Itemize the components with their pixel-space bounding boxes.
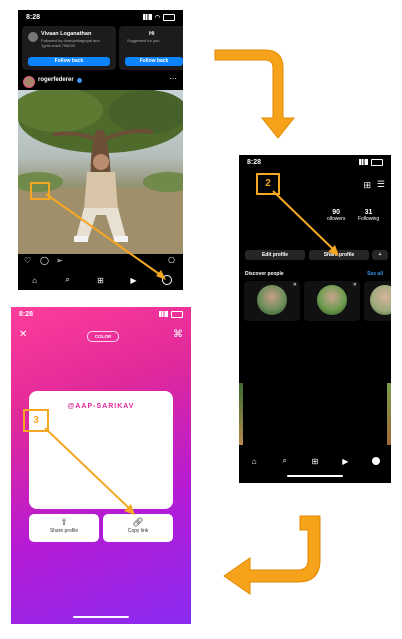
save-icon[interactable]: ⎔ xyxy=(168,256,175,265)
dismiss-icon[interactable]: ✕ xyxy=(293,282,297,288)
avatar xyxy=(317,285,347,315)
dismiss-icon[interactable]: ✕ xyxy=(353,282,357,288)
arrow-1-to-2 xyxy=(214,49,296,139)
status-time: 8:28 xyxy=(26,13,41,21)
link-icon: 🔗︎ xyxy=(132,517,144,527)
signal-icon xyxy=(159,311,168,317)
like-icon[interactable]: ♡ xyxy=(24,256,31,265)
share-profile-button[interactable]: Share profile xyxy=(309,250,369,260)
suggestion-name: Hi xyxy=(149,31,155,37)
home-icon[interactable]: ⌂ xyxy=(249,456,259,466)
post-image xyxy=(18,90,183,254)
phone-screen-feed: 8:28 ◠ Vivaan Loganathan Followed by dha… xyxy=(18,10,183,290)
create-icon[interactable]: ⊞ xyxy=(363,180,371,191)
color-toggle-button[interactable]: COLOR xyxy=(87,331,119,342)
home-indicator xyxy=(73,616,129,618)
wifi-icon: ◠ xyxy=(154,14,160,21)
qr-card: @AAP-SARIKAV xyxy=(29,391,173,509)
menu-icon[interactable]: ☰ xyxy=(377,179,385,190)
avatar xyxy=(370,285,391,315)
create-icon[interactable]: ⊞ xyxy=(96,275,106,285)
post-actions: ♡ ◯ ➢ ⎔ xyxy=(18,256,183,268)
suggestion-name: Vivaan Loganathan xyxy=(41,31,92,37)
suggestion-card[interactable]: Vivaan Loganathan Followed by dhanyathag… xyxy=(22,26,116,70)
suggestion-card[interactable]: Hi Suggested for you Follow back xyxy=(119,26,183,70)
qr-handle: @AAP-SARIKAV xyxy=(67,403,135,410)
avatar xyxy=(28,32,38,42)
phone-screen-profile: 8:28 2 ⊞ ☰ 90 ollowers 31 Following Edit… xyxy=(239,155,391,483)
share-icon: ⇪ xyxy=(60,517,68,527)
grid-photo-strip xyxy=(239,383,243,445)
post-username[interactable]: rogerfederer xyxy=(38,77,74,83)
create-icon[interactable]: ⊞ xyxy=(310,456,320,466)
add-person-icon: + xyxy=(378,252,382,258)
avatar[interactable] xyxy=(23,76,35,88)
followers-stat[interactable]: 90 ollowers xyxy=(327,209,345,222)
step-1-marker xyxy=(30,182,50,200)
arrow-2-to-3 xyxy=(223,515,321,595)
share-profile-action[interactable]: ⇪ Share profile xyxy=(29,514,99,542)
following-label: Following xyxy=(358,216,380,222)
status-time: 8:28 xyxy=(247,158,262,166)
more-options-icon[interactable]: ⋯ xyxy=(169,74,177,83)
see-all-link[interactable]: See all xyxy=(367,271,383,277)
battery-icon xyxy=(371,158,383,166)
share-icon[interactable]: ➢ xyxy=(56,256,63,265)
battery-icon xyxy=(163,13,175,21)
bottom-nav: ⌂ ⌕ ⊞ ▶ xyxy=(239,452,391,470)
status-time: 8:28 xyxy=(19,310,34,318)
comment-icon[interactable]: ◯ xyxy=(40,256,49,265)
bottom-nav: ⌂ ⌕ ⊞ ▶ xyxy=(18,272,183,288)
follow-back-button[interactable]: Follow back xyxy=(125,57,183,66)
reels-icon[interactable]: ▶ xyxy=(129,275,139,285)
avatar xyxy=(257,285,287,315)
search-icon[interactable]: ⌕ xyxy=(280,456,290,466)
step-number: 3 xyxy=(33,415,39,426)
status-bar: 8:28 xyxy=(239,155,391,169)
profile-icon[interactable] xyxy=(371,456,381,466)
post-header: rogerfederer ⋯ xyxy=(18,73,183,89)
copy-link-action[interactable]: 🔗︎ Copy link xyxy=(103,514,173,542)
photo-scene xyxy=(18,90,183,254)
following-stat[interactable]: 31 Following xyxy=(358,209,379,222)
signal-icon xyxy=(142,14,152,20)
discover-card[interactable]: ✕ xyxy=(304,281,360,321)
discover-card[interactable] xyxy=(364,281,391,321)
grid-photo-strip xyxy=(387,383,391,445)
share-profile-label: Share profile xyxy=(49,528,79,534)
step-number: 2 xyxy=(265,178,271,189)
qr-scan-icon[interactable]: ⌘ xyxy=(173,329,183,340)
status-bar: 8:28 xyxy=(11,307,191,321)
signal-icon xyxy=(359,159,368,165)
search-icon[interactable]: ⌕ xyxy=(63,275,73,285)
followers-label: ollowers xyxy=(327,216,346,222)
home-icon[interactable]: ⌂ xyxy=(30,275,40,285)
edit-profile-button[interactable]: Edit profile xyxy=(245,250,305,260)
followers-count: 90 xyxy=(332,209,341,216)
phone-screen-share-profile: 8:28 ✕ COLOR ⌘ @AAP-SARIKAV 3 ⇪ Share pr… xyxy=(11,307,191,624)
step-2-marker: 2 xyxy=(256,173,280,195)
verified-icon xyxy=(77,78,82,83)
suggestion-subtitle: Followed by dhanyathagopal and 1gms.rnsh… xyxy=(41,38,100,48)
following-count: 31 xyxy=(364,209,373,216)
discover-card[interactable]: ✕ xyxy=(244,281,300,321)
add-person-button[interactable]: + xyxy=(372,250,388,260)
battery-icon xyxy=(171,310,183,318)
step-3-marker: 3 xyxy=(23,409,49,432)
follow-back-button[interactable]: Follow back xyxy=(28,57,110,66)
discover-label: Discover people xyxy=(245,271,284,277)
status-bar: 8:28 ◠ xyxy=(18,10,183,24)
reels-icon[interactable]: ▶ xyxy=(340,456,350,466)
suggestion-subtitle: Suggested for you xyxy=(127,38,160,43)
copy-link-label: Copy link xyxy=(127,528,149,534)
profile-icon[interactable] xyxy=(161,275,172,285)
close-icon[interactable]: ✕ xyxy=(19,329,27,340)
home-indicator xyxy=(287,475,343,477)
